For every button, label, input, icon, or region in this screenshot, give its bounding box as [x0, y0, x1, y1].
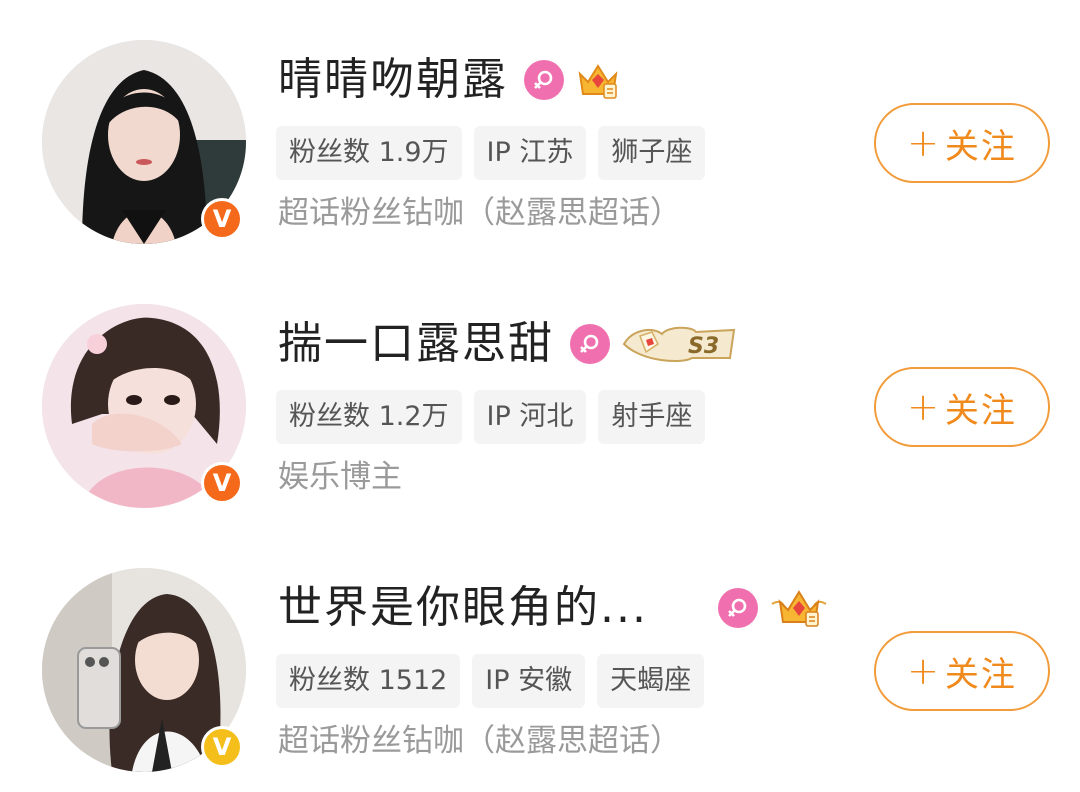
plus-icon: + — [907, 649, 941, 693]
tag-list: 粉丝数 1.9万 IP 江苏 狮子座 — [276, 126, 706, 180]
follow-button[interactable]: + 关注 — [874, 103, 1050, 183]
verified-v-icon: V — [201, 726, 243, 768]
tag-list: 粉丝数 1.2万 IP 河北 射手座 — [276, 390, 706, 444]
username[interactable]: 晴晴吻朝露 — [278, 50, 508, 110]
crown-icon — [770, 586, 828, 630]
tag-list: 粉丝数 1512 IP 安徽 天蝎座 — [276, 654, 705, 708]
user-description: 娱乐博主 — [278, 459, 402, 495]
user-description: 超话粉丝钻咖（赵露思超话） — [278, 723, 681, 759]
crown-icon — [576, 58, 620, 102]
follow-button[interactable]: + 关注 — [874, 631, 1050, 711]
follow-label: 关注 — [944, 126, 1017, 167]
follower-count-tag: 粉丝数 1.2万 — [276, 390, 462, 444]
follow-button[interactable]: + 关注 — [874, 367, 1050, 447]
ip-location-tag: IP 河北 — [473, 390, 587, 444]
verified-v-icon: V — [201, 462, 243, 504]
username[interactable]: 世界是你眼角的... — [278, 578, 702, 638]
user-list-item[interactable]: V 揣一口露思甜 S3 粉丝数 1.2万 IP 河北 射手座 娱乐博主 + 关注 — [0, 264, 1080, 528]
follower-count-tag: 粉丝数 1.9万 — [276, 126, 462, 180]
verified-v-icon: V — [201, 198, 243, 240]
rank-text: S3 — [688, 334, 719, 359]
female-icon — [570, 324, 610, 364]
user-description: 超话粉丝钻咖（赵露思超话） — [278, 195, 681, 231]
ip-location-tag: IP 安徽 — [472, 654, 586, 708]
follow-label: 关注 — [944, 654, 1017, 695]
ip-location-tag: IP 江苏 — [473, 126, 587, 180]
plus-icon: + — [907, 121, 941, 165]
female-icon — [524, 60, 564, 100]
zodiac-tag: 天蝎座 — [597, 654, 705, 708]
female-icon — [718, 588, 758, 628]
follower-count-tag: 粉丝数 1512 — [276, 654, 461, 708]
follow-label: 关注 — [944, 390, 1017, 431]
zodiac-tag: 狮子座 — [598, 126, 706, 180]
username[interactable]: 揣一口露思甜 — [278, 314, 554, 374]
plus-icon: + — [907, 385, 941, 429]
user-list-item[interactable]: V 世界是你眼角的... 粉丝数 1512 IP 安徽 天蝎座 超话粉丝钻咖（赵… — [0, 528, 1080, 792]
zodiac-tag: 射手座 — [598, 390, 706, 444]
s3-rank-badge: S3 — [622, 322, 740, 366]
user-list-item[interactable]: V 晴晴吻朝露 粉丝数 1.9万 IP 江苏 狮子座 超话粉丝钻咖（赵露思超话）… — [0, 0, 1080, 264]
